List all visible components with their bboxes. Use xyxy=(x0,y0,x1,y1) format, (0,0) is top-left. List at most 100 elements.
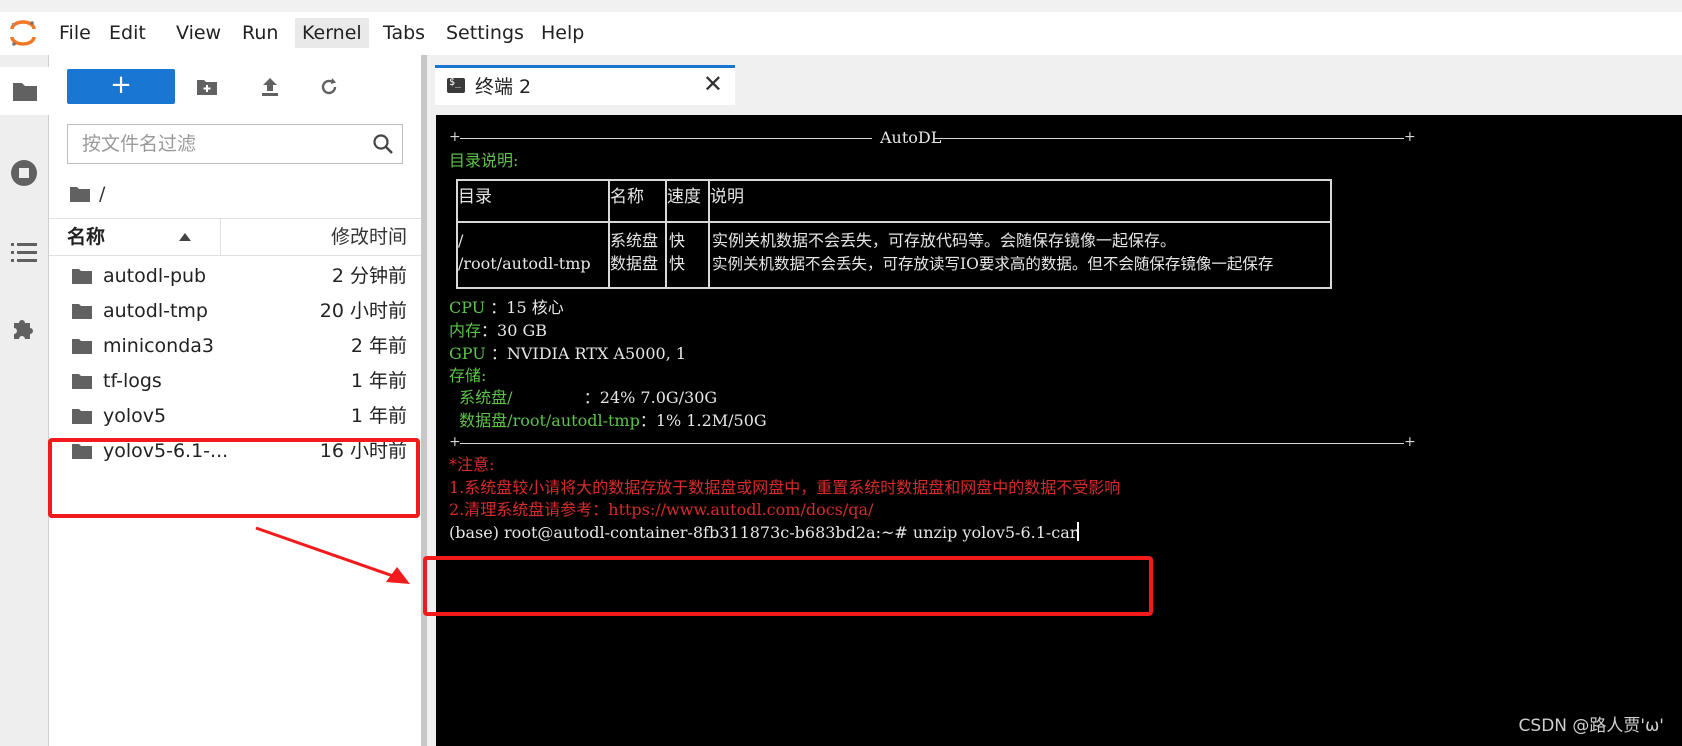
storage-label: 存储: xyxy=(449,366,487,385)
activity-bar xyxy=(0,55,49,746)
cpu-value: ：15 核心 xyxy=(490,298,564,317)
gpu-value: ：NVIDIA RTX A5000, 1 xyxy=(490,344,687,363)
close-icon[interactable]: ✕ xyxy=(703,70,723,98)
cpu-label: CPU xyxy=(449,298,491,317)
file-list-header: 名称 修改时间 xyxy=(49,218,421,256)
new-launcher-button[interactable]: + xyxy=(67,69,175,104)
column-modified-header[interactable]: 修改时间 xyxy=(331,219,407,255)
file-row[interactable]: tf-logs 1 年前 xyxy=(49,364,421,399)
file-browser-tab[interactable] xyxy=(0,67,49,115)
banner-title: AutoDL xyxy=(880,128,942,147)
file-modified: 1 年前 xyxy=(350,370,407,392)
refresh-icon xyxy=(321,78,337,95)
file-modified: 20 小时前 xyxy=(319,300,407,322)
table-of-contents-tab[interactable] xyxy=(0,228,48,276)
breadcrumb-root[interactable]: / xyxy=(99,183,105,205)
prompt-line[interactable]: (base) root@autodl-container-8fb311873c-… xyxy=(449,522,1080,544)
folder-icon xyxy=(70,187,90,202)
file-name: autodl-tmp xyxy=(103,300,208,322)
terminal-panel[interactable]: + AutoDL + 目录说明: 目录 名称 速度 说明 / 系统盘 快 实例关… xyxy=(436,115,1682,746)
table-cell-desc: 实例关机数据不会丢失，可存放代码等。会随保存镜像一起保存。 xyxy=(712,231,1177,250)
terminal-icon-glyph: $_ xyxy=(449,77,462,88)
refresh-button[interactable] xyxy=(315,73,343,101)
rule-corner: + xyxy=(1404,129,1416,145)
table-header-name: 名称 xyxy=(610,187,644,207)
running-sessions-tab[interactable] xyxy=(0,149,48,197)
memory-line: 内存：30 GB xyxy=(449,320,547,342)
stop-circle-icon xyxy=(11,160,37,186)
table-border-bottom xyxy=(456,287,1332,289)
list-icon xyxy=(11,243,37,262)
rule-corner: + xyxy=(449,434,461,450)
menu-help[interactable]: Help xyxy=(534,18,591,48)
menu-file[interactable]: File xyxy=(52,18,98,48)
table-header-dir: 目录 xyxy=(458,187,492,207)
table-cell-name: 数据盘 xyxy=(610,254,659,273)
dir-heading: 目录说明: xyxy=(449,151,519,170)
breadcrumb[interactable]: / xyxy=(69,182,105,206)
menu-tabs[interactable]: Tabs xyxy=(376,18,432,48)
file-name: miniconda3 xyxy=(103,335,215,357)
tab-terminal-2[interactable]: $_ 终端 2 ✕ xyxy=(435,65,735,105)
rule-line xyxy=(934,138,1404,139)
file-name: yolov5 xyxy=(103,405,167,427)
rule-line xyxy=(460,443,1404,444)
table-header-separator xyxy=(456,221,1332,223)
file-browser-panel: + / 名称 修改时间 autodl-pub 2 分钟前 autodl-tmp … xyxy=(49,55,421,746)
file-row[interactable]: autodl-pub 2 分钟前 xyxy=(49,259,421,294)
data-disk-line: 数据盘/root/autodl-tmp：1% 1.2M/50G xyxy=(449,410,767,432)
menu-run[interactable]: Run xyxy=(235,18,285,48)
table-cell-speed: 快 xyxy=(669,254,686,273)
menu-edit[interactable]: Edit xyxy=(102,18,153,48)
system-disk-value: ：24% 7.0G/30G xyxy=(583,388,718,407)
table-header-speed: 速度 xyxy=(667,187,701,207)
menu-view[interactable]: View xyxy=(169,18,228,48)
rule-corner: + xyxy=(1404,434,1416,450)
table-cell-dir: / xyxy=(458,231,464,250)
folder-icon xyxy=(72,339,92,354)
data-disk-value: ：1% 1.2M/50G xyxy=(639,411,767,430)
table-cell-dir: /root/autodl-tmp xyxy=(458,254,591,273)
new-folder-button[interactable] xyxy=(193,73,221,101)
sort-ascending-icon xyxy=(179,233,191,241)
file-modified: 2 分钟前 xyxy=(331,265,407,287)
table-cell-name: 系统盘 xyxy=(610,231,659,250)
jupyter-logo-icon[interactable] xyxy=(8,18,38,48)
note-heading: *注意: xyxy=(449,455,495,474)
table-cell-speed: 快 xyxy=(669,231,686,250)
cpu-line: CPU ：15 核心 xyxy=(449,297,564,319)
folder-icon xyxy=(72,374,92,389)
filter-input[interactable] xyxy=(80,125,354,163)
table-header-desc: 说明 xyxy=(710,187,744,207)
column-divider[interactable] xyxy=(220,219,221,255)
table-border-right xyxy=(1330,179,1332,289)
file-row[interactable]: autodl-tmp 20 小时前 xyxy=(49,294,421,329)
annotation-arrow-icon xyxy=(255,526,410,584)
folder-icon xyxy=(12,83,37,101)
shell-command: unzip yolov5-6.1-car xyxy=(912,523,1078,542)
menu-settings[interactable]: Settings xyxy=(439,18,531,48)
memory-label: 内存 xyxy=(449,321,482,340)
folder-icon xyxy=(72,304,92,319)
note-line-1: 1.系统盘较小请将大的数据存放于数据盘或网盘中，重置系统时数据盘和网盘中的数据不… xyxy=(449,478,1121,497)
menubar: File Edit View Run Kernel Tabs Settings … xyxy=(0,12,1682,54)
folder-icon xyxy=(72,409,92,424)
file-name: tf-logs xyxy=(103,370,162,392)
extensions-tab[interactable] xyxy=(0,305,48,353)
annotation-box-file xyxy=(48,438,420,518)
data-disk-label: 数据盘/root/autodl-tmp xyxy=(449,411,640,430)
search-icon xyxy=(373,134,393,154)
table-cell-desc: 实例关机数据不会丢失，可存放读写IO要求高的数据。但不会随保存镜像一起保存 xyxy=(712,255,1274,273)
file-row[interactable]: yolov5 1 年前 xyxy=(49,399,421,434)
tab-label: 终端 2 xyxy=(475,76,532,98)
upload-button[interactable] xyxy=(256,73,284,101)
gpu-line: GPU ：NVIDIA RTX A5000, 1 xyxy=(449,343,686,365)
filter-box xyxy=(67,124,403,164)
column-name-header[interactable]: 名称 xyxy=(67,219,105,255)
menu-kernel[interactable]: Kernel xyxy=(295,18,369,48)
annotation-box-command xyxy=(423,556,1153,616)
new-folder-icon xyxy=(197,80,217,95)
file-row[interactable]: miniconda3 2 年前 xyxy=(49,329,421,364)
note-line-2: 2.清理系统盘请参考：https://www.autodl.com/docs/q… xyxy=(449,500,874,519)
puzzle-icon xyxy=(14,320,33,339)
